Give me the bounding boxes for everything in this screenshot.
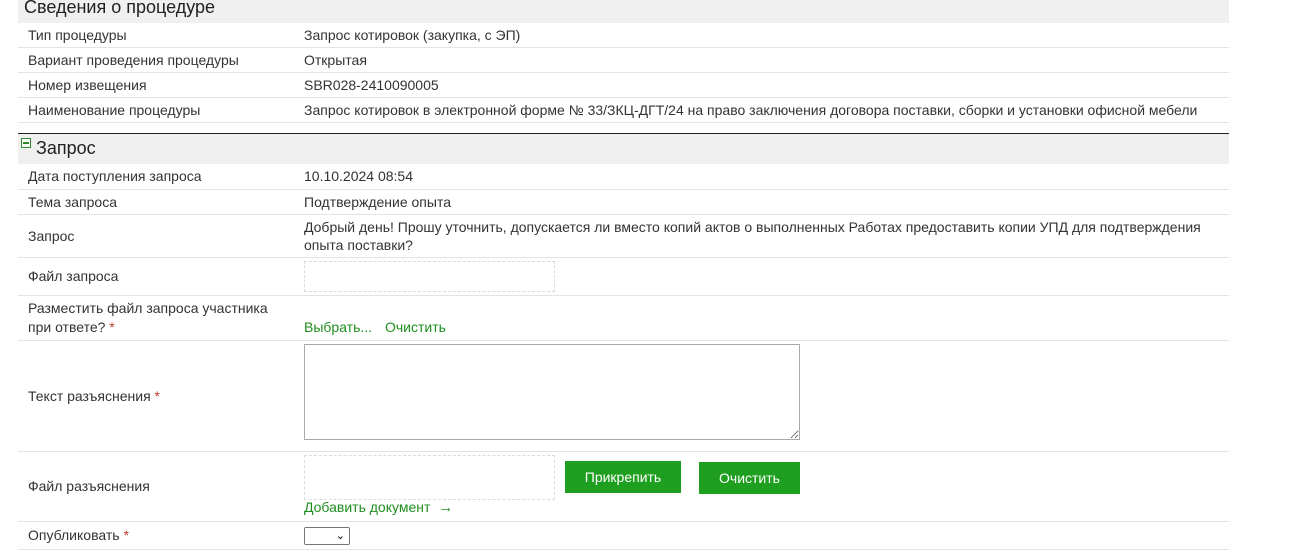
request-file-box bbox=[304, 261, 555, 292]
request-date-label: Дата поступления запроса bbox=[28, 168, 202, 184]
publish-select[interactable]: ⌄ bbox=[304, 527, 350, 545]
procedure-section-title: Сведения о процедуре bbox=[24, 0, 216, 17]
choose-clear-links: Выбрать... Очистить bbox=[304, 318, 446, 337]
attach-button[interactable]: Прикрепить bbox=[565, 461, 681, 493]
procedure-type-value: Запрос котировок (закупка, с ЭП) bbox=[304, 27, 521, 43]
explanation-file-label: Файл разъяснения bbox=[28, 478, 150, 494]
request-text-line2: опыта поставки? bbox=[304, 237, 413, 253]
procedure-section-header: Сведения о процедуре bbox=[18, 0, 1229, 23]
request-topic-row: Тема запроса Подтверждение опыта bbox=[18, 190, 1229, 215]
explanation-file-row: Файл разъяснения Прикрепить Очистить Доб… bbox=[18, 452, 1229, 522]
request-topic-label: Тема запроса bbox=[28, 194, 117, 210]
explanation-file-box bbox=[304, 455, 555, 500]
procedure-row-name: Наименование процедуры Запрос котировок … bbox=[18, 98, 1229, 123]
procedure-name-value: Запрос котировок в электронной форме № 3… bbox=[304, 102, 1198, 118]
request-text-row: Запрос Добрый день! Прошу уточнить, допу… bbox=[18, 215, 1229, 258]
explanation-text-row: Текст разъяснения * bbox=[18, 341, 1229, 452]
place-file-label-line2-wrap: при ответе? * bbox=[28, 318, 115, 337]
notice-number-label: Номер извещения bbox=[28, 77, 147, 93]
explanation-text-label-wrap: Текст разъяснения * bbox=[28, 387, 160, 406]
procedure-variant-value: Открытая bbox=[304, 52, 367, 68]
procedure-name-label: Наименование процедуры bbox=[28, 102, 201, 118]
add-document-wrap: Добавить документ → bbox=[304, 498, 453, 517]
choose-file-link[interactable]: Выбрать... bbox=[304, 319, 372, 335]
required-mark: * bbox=[109, 319, 115, 335]
request-file-row: Файл запроса bbox=[18, 258, 1229, 296]
clear-button[interactable]: Очистить bbox=[699, 462, 800, 494]
procedure-variant-label: Вариант проведения процедуры bbox=[28, 52, 239, 68]
chevron-down-icon: ⌄ bbox=[335, 530, 345, 542]
place-file-row: Разместить файл запроса участника при от… bbox=[18, 296, 1229, 341]
collapse-icon[interactable] bbox=[21, 138, 31, 148]
publish-label: Опубликовать bbox=[28, 527, 120, 543]
request-text-line1: Добрый день! Прошу уточнить, допускается… bbox=[304, 219, 1201, 235]
request-topic-value: Подтверждение опыта bbox=[304, 194, 451, 210]
publish-label-wrap: Опубликовать * bbox=[28, 526, 129, 545]
procedure-row-type: Тип процедуры Запрос котировок (закупка,… bbox=[18, 23, 1229, 48]
explanation-text-label: Текст разъяснения bbox=[28, 388, 151, 404]
publish-row: Опубликовать * ⌄ bbox=[18, 522, 1229, 550]
request-section-title: Запрос bbox=[36, 138, 96, 158]
place-file-label-line2: при ответе? bbox=[28, 319, 106, 335]
procedure-form: Сведения о процедуре Тип процедуры Запро… bbox=[18, 0, 1229, 550]
clear-file-link[interactable]: Очистить bbox=[385, 319, 446, 335]
notice-number-value: SBR028-2410090005 bbox=[304, 77, 439, 93]
procedure-row-variant: Вариант проведения процедуры Открытая bbox=[18, 48, 1229, 73]
add-document-link[interactable]: Добавить документ bbox=[304, 499, 430, 515]
required-mark: * bbox=[154, 388, 160, 404]
request-date-row: Дата поступления запроса 10.10.2024 08:5… bbox=[18, 164, 1229, 190]
procedure-type-label: Тип процедуры bbox=[28, 27, 127, 43]
arrow-right-icon: → bbox=[438, 499, 454, 516]
request-section-header: Запрос bbox=[18, 133, 1229, 164]
required-mark: * bbox=[123, 527, 129, 543]
request-file-label: Файл запроса bbox=[28, 268, 119, 284]
request-text-label: Запрос bbox=[28, 228, 75, 244]
explanation-textarea[interactable] bbox=[304, 344, 800, 440]
place-file-label-line1: Разместить файл запроса участника bbox=[28, 300, 268, 316]
request-date-value: 10.10.2024 08:54 bbox=[304, 168, 413, 184]
procedure-row-number: Номер извещения SBR028-2410090005 bbox=[18, 73, 1229, 98]
